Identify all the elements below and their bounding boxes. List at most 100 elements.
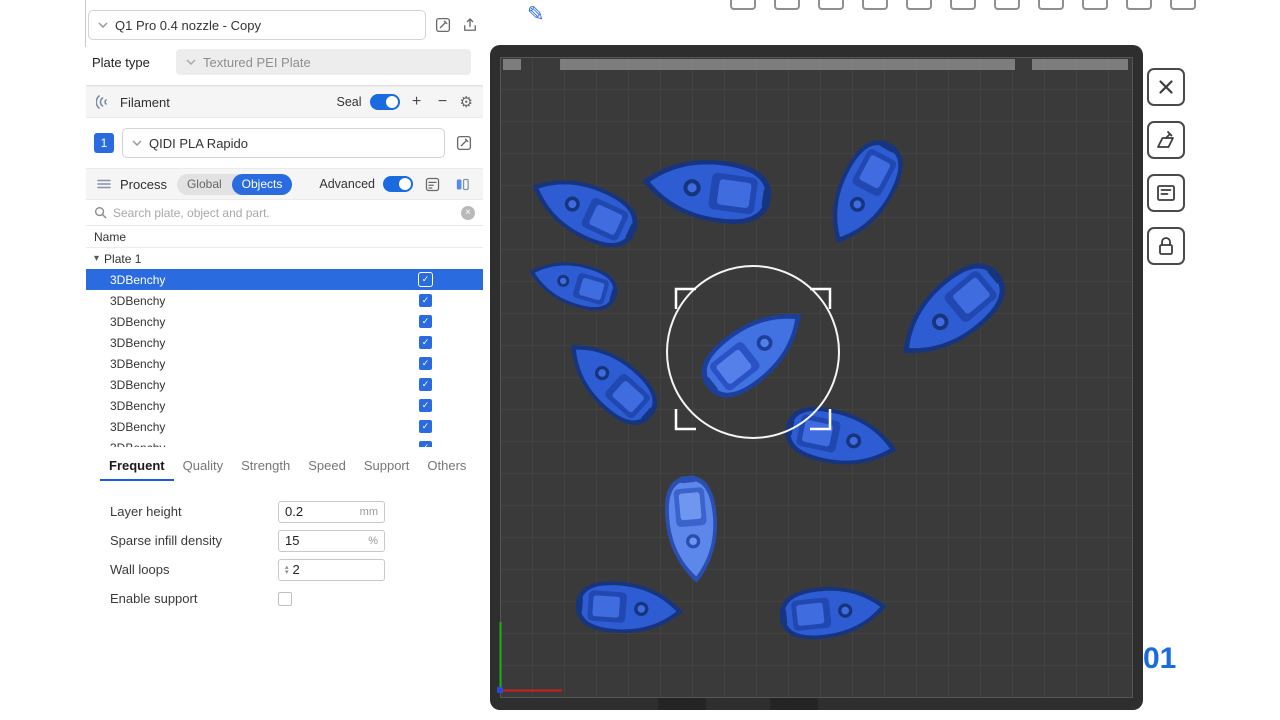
edit-printer-icon[interactable]	[432, 14, 454, 36]
filament-settings-gear-icon[interactable]: ⚙	[460, 93, 473, 111]
scope-objects-option[interactable]: Objects	[232, 174, 293, 195]
spinner-arrows-icon[interactable]: ▴▾	[285, 565, 289, 575]
filament-section-header: Filament Seal + − ⚙	[86, 86, 483, 118]
object-tree-row[interactable]: 3DBenchy✓	[86, 311, 483, 332]
chevron-down-icon	[132, 140, 142, 146]
object-tree-row[interactable]: 3DBenchy✓	[86, 269, 483, 290]
object-visibility-checkbox[interactable]: ✓	[419, 273, 432, 286]
plate-number-badge: 01	[1143, 642, 1176, 676]
filament-title: Filament	[120, 95, 170, 110]
object-visibility-checkbox[interactable]: ✓	[419, 420, 432, 433]
object-tree-row[interactable]: 3DBenchy✓	[86, 437, 483, 447]
object-visibility-checkbox[interactable]: ✓	[419, 315, 432, 328]
plate-node-label: Plate 1	[104, 252, 141, 266]
search-bar: ×	[86, 200, 483, 226]
object-tree-row[interactable]: 3DBenchy ✓	[86, 374, 483, 395]
lock-button[interactable]	[1147, 227, 1185, 265]
seal-toggle[interactable]	[370, 94, 400, 110]
plate-type-dropdown[interactable]: Textured PEI Plate	[176, 49, 471, 75]
unit-label: mm	[360, 506, 378, 518]
delete-all-button[interactable]	[1147, 68, 1185, 106]
printer-dropdown[interactable]: Q1 Pro 0.4 nozzle - Copy	[88, 10, 426, 40]
edit-filament-icon[interactable]	[453, 132, 475, 154]
toolbar-icon-stub[interactable]	[774, 0, 800, 10]
edit-process-list-icon[interactable]	[421, 173, 443, 195]
object-tree-row[interactable]: 3DBenchy ✓	[86, 395, 483, 416]
object-visibility-checkbox[interactable]: ✓	[419, 441, 432, 447]
filament-name: QIDI PLA Rapido	[149, 136, 435, 151]
toolbar-icon-stub[interactable]	[730, 0, 756, 10]
layer-height-label: Layer height	[110, 504, 278, 519]
unit-label: %	[368, 535, 378, 547]
enable-support-label: Enable support	[110, 591, 278, 606]
export-icon[interactable]	[459, 14, 481, 36]
object-name: 3DBenchy	[110, 378, 165, 392]
filament-dropdown[interactable]: QIDI PLA Rapido	[122, 128, 445, 158]
settings-panel: Layer height0.2mmSparse infill density15…	[86, 481, 483, 613]
tab-strength[interactable]: Strength	[232, 458, 299, 481]
clear-search-icon[interactable]: ×	[461, 206, 475, 220]
wall-loops-label: Wall loops	[110, 562, 278, 577]
object-tree-row[interactable]: 3DBenchy✓	[86, 416, 483, 437]
object-visibility-checkbox[interactable]: ✓	[419, 294, 432, 307]
tab-quality[interactable]: Quality	[174, 458, 232, 481]
advanced-label: Advanced	[319, 177, 375, 191]
advanced-toggle[interactable]	[383, 176, 413, 192]
arrange-button[interactable]	[1147, 174, 1185, 212]
tree-name-header: Name	[86, 226, 483, 248]
tab-support[interactable]: Support	[355, 458, 419, 481]
panel-content: Q1 Pro 0.4 nozzle - Copy Plate type Text…	[86, 0, 483, 720]
layer-height-row: Layer height0.2mm	[110, 497, 483, 526]
remove-filament-button[interactable]: −	[434, 94, 452, 110]
toolbar-icon-stub[interactable]	[1082, 0, 1108, 10]
object-tree-row[interactable]: 3DBenchy ✓	[86, 332, 483, 353]
process-title: Process	[120, 177, 167, 192]
object-visibility-checkbox[interactable]: ✓	[419, 357, 432, 370]
enable-support-checkbox[interactable]	[278, 592, 292, 606]
collapsed-sidebar-gutter	[0, 0, 86, 720]
toolbar-icon-stub[interactable]	[950, 0, 976, 10]
toolbar-icon-stub[interactable]	[862, 0, 888, 10]
auto-orient-button[interactable]	[1147, 121, 1185, 159]
compare-presets-icon[interactable]	[451, 173, 473, 195]
edit-pencil-icon[interactable]: ✎	[527, 2, 545, 27]
left-panel: Q1 Pro 0.4 nozzle - Copy Plate type Text…	[0, 0, 483, 720]
tab-others[interactable]: Others	[418, 458, 475, 481]
lock-icon	[1154, 234, 1178, 258]
add-filament-button[interactable]: +	[408, 94, 426, 110]
toolbar-icon-stub[interactable]	[994, 0, 1020, 10]
object-tree-row[interactable]: 3DBenchy✓	[86, 353, 483, 374]
filament-row: 1 QIDI PLA Rapido	[86, 118, 483, 168]
expander-icon[interactable]: ▾	[94, 253, 99, 264]
search-input[interactable]	[113, 206, 455, 220]
viewport: ✎ 01	[483, 0, 1280, 720]
object-visibility-checkbox[interactable]: ✓	[419, 399, 432, 412]
object-tree-row[interactable]: 3DBenchy ✓	[86, 290, 483, 311]
tree-plate-node[interactable]: ▾ Plate 1	[86, 248, 483, 269]
toolbar-icon-stub[interactable]	[1038, 0, 1064, 10]
sparse-infill-density-input[interactable]: 15%	[278, 530, 385, 552]
object-visibility-checkbox[interactable]: ✓	[419, 378, 432, 391]
layer-height-input[interactable]: 0.2mm	[278, 501, 385, 523]
object-visibility-checkbox[interactable]: ✓	[419, 336, 432, 349]
process-section-header: Process Global Objects Advanced	[86, 168, 483, 200]
wall-loops-value: 2	[293, 562, 378, 577]
auto-orient-icon	[1154, 128, 1178, 152]
process-tabs: FrequentQualityStrengthSpeedSupportOther…	[86, 449, 483, 481]
wall-loops-input[interactable]: ▴▾ 2	[278, 559, 385, 581]
seal-label: Seal	[337, 95, 362, 109]
filament-spool-icon	[96, 94, 112, 110]
object-name: 3DBenchy	[110, 294, 165, 308]
toolbar-icon-stub[interactable]	[1170, 0, 1196, 10]
toolbar-icon-stub[interactable]	[1126, 0, 1152, 10]
scope-global-option[interactable]: Global	[177, 174, 232, 195]
object-name: 3DBenchy	[110, 336, 165, 350]
tab-speed[interactable]: Speed	[299, 458, 355, 481]
process-scope-pill: Global Objects	[177, 174, 292, 195]
search-icon	[94, 206, 107, 219]
object-name: 3DBenchy	[110, 399, 165, 413]
tab-frequent[interactable]: Frequent	[100, 458, 174, 481]
toolbar-icon-stub[interactable]	[906, 0, 932, 10]
toolbar-icon-stub[interactable]	[818, 0, 844, 10]
filament-slot-number[interactable]: 1	[94, 133, 114, 153]
